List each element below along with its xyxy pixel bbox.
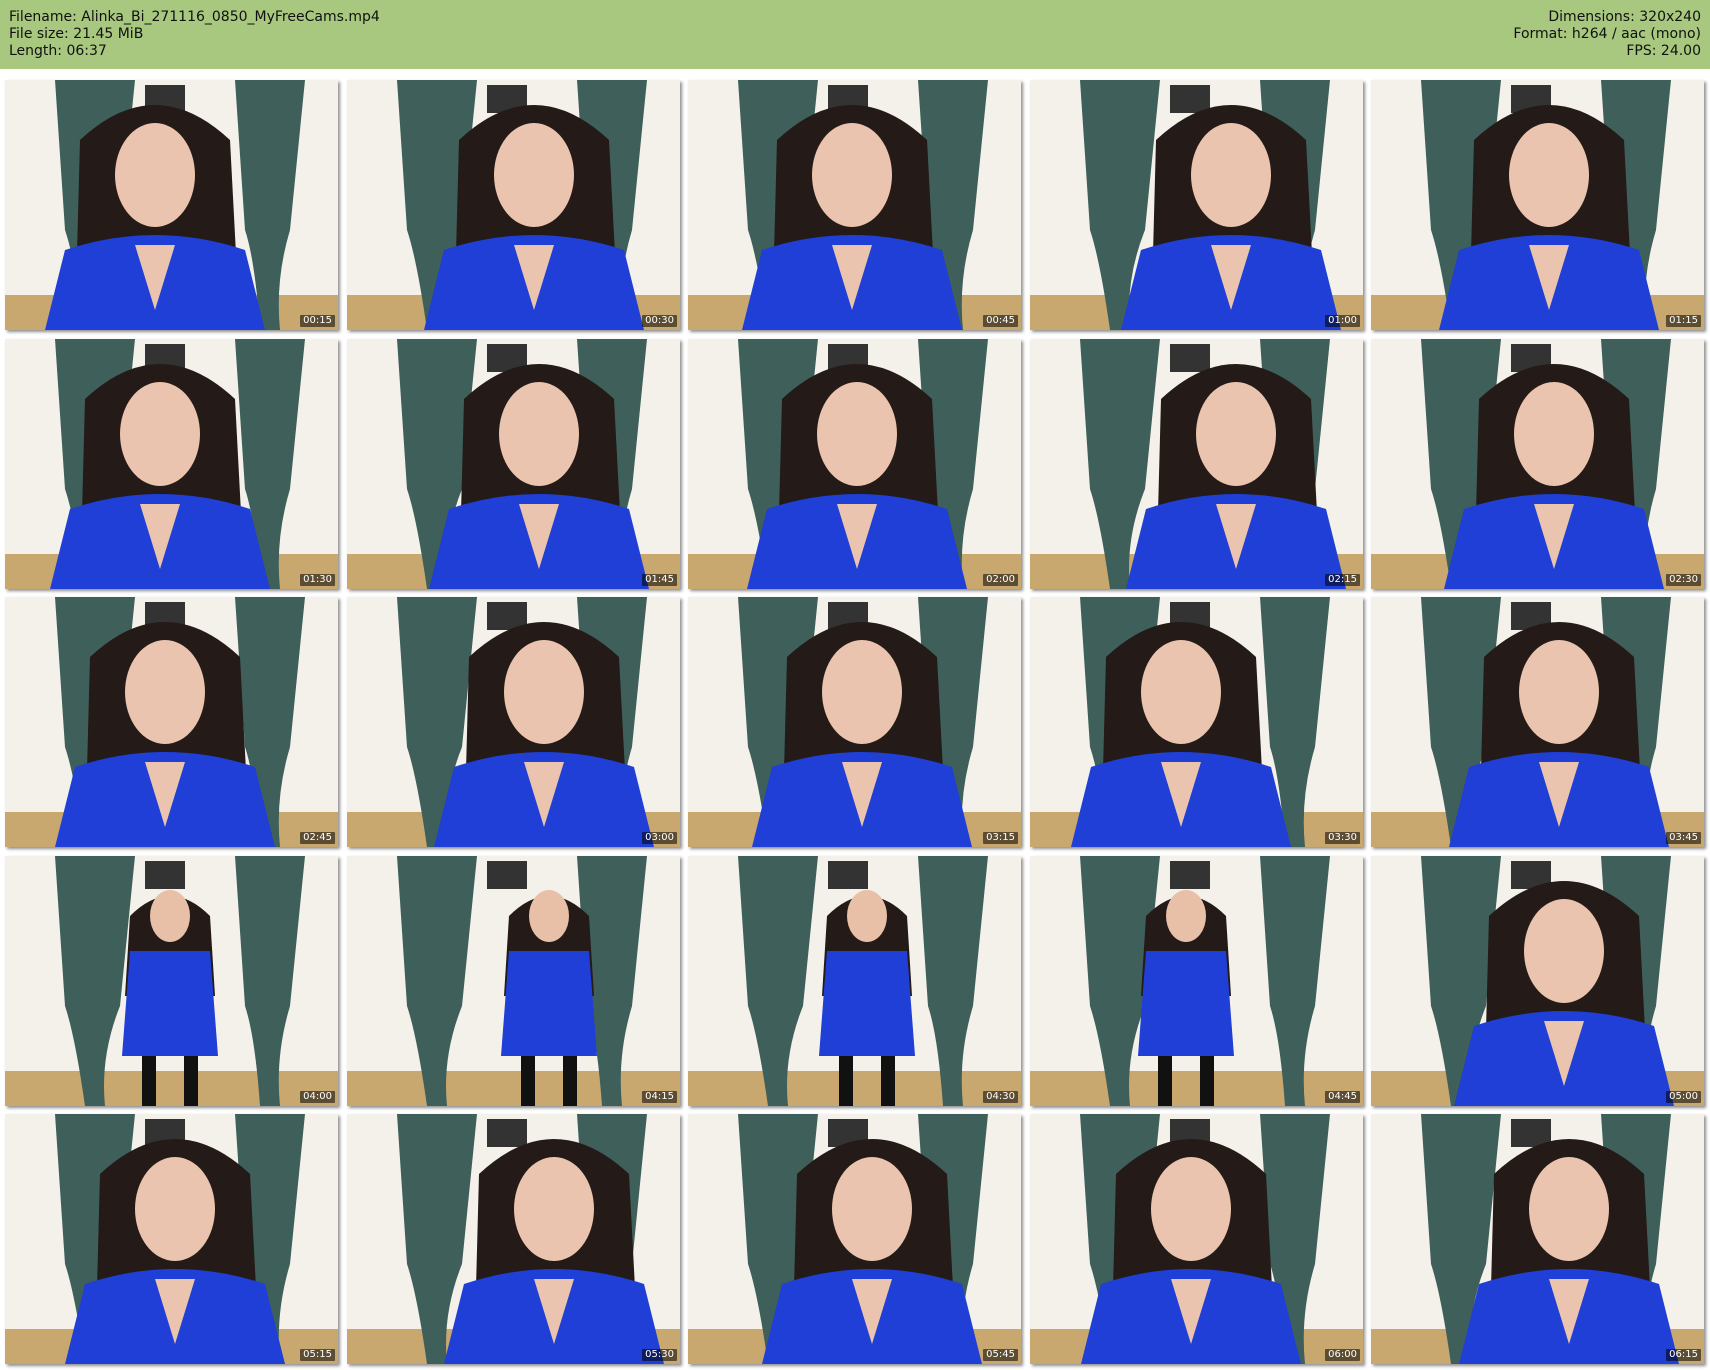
frame-image: [347, 856, 680, 1106]
timestamp-label: 05:00: [1666, 1091, 1701, 1103]
video-thumbnail[interactable]: 04:45: [1030, 856, 1363, 1106]
frame-image: [1371, 339, 1704, 589]
timestamp-label: 02:30: [1666, 574, 1701, 586]
video-thumbnail[interactable]: 05:15: [5, 1114, 338, 1364]
timestamp-label: 06:15: [1666, 1349, 1701, 1361]
timestamp-label: 03:30: [1325, 832, 1360, 844]
frame-image: [688, 1114, 1021, 1364]
frame-image: [1371, 80, 1704, 330]
timestamp-label: 05:30: [642, 1349, 677, 1361]
video-thumbnail[interactable]: 02:45: [5, 597, 338, 847]
timestamp-label: 03:15: [983, 832, 1018, 844]
frame-image: [688, 339, 1021, 589]
timestamp-label: 04:15: [642, 1091, 677, 1103]
timestamp-label: 01:00: [1325, 315, 1360, 327]
thumbnail-grid: 00:15 00:30 00:45 01:00 01:15 01:30 01:45 02:00…: [5, 80, 1705, 1364]
header-left: Filename: Alinka_Bi_271116_0850_MyFreeCa…: [9, 9, 380, 60]
format-text: Format: h264 / aac (mono): [1513, 26, 1701, 42]
video-thumbnail[interactable]: 01:45: [347, 339, 680, 589]
video-thumbnail[interactable]: 06:00: [1030, 1114, 1363, 1364]
info-header: Filename: Alinka_Bi_271116_0850_MyFreeCa…: [0, 0, 1710, 69]
video-thumbnail[interactable]: 02:30: [1371, 339, 1704, 589]
video-thumbnail[interactable]: 00:30: [347, 80, 680, 330]
video-thumbnail[interactable]: 03:45: [1371, 597, 1704, 847]
frame-image: [347, 1114, 680, 1364]
video-thumbnail[interactable]: 02:00: [688, 339, 1021, 589]
frame-image: [5, 597, 338, 847]
timestamp-label: 00:45: [983, 315, 1018, 327]
timestamp-label: 04:30: [983, 1091, 1018, 1103]
frame-image: [688, 856, 1021, 1106]
video-thumbnail[interactable]: 03:15: [688, 597, 1021, 847]
timestamp-label: 00:30: [642, 315, 677, 327]
timestamp-label: 01:30: [300, 574, 335, 586]
frame-image: [347, 339, 680, 589]
dimensions-text: Dimensions: 320x240: [1548, 9, 1701, 25]
frame-image: [5, 1114, 338, 1364]
timestamp-label: 02:00: [983, 574, 1018, 586]
video-thumbnail[interactable]: 04:00: [5, 856, 338, 1106]
video-thumbnail[interactable]: 04:30: [688, 856, 1021, 1106]
frame-image: [1030, 597, 1363, 847]
filesize-text: File size: 21.45 MiB: [9, 26, 144, 42]
frame-image: [1030, 339, 1363, 589]
fps-text: FPS: 24.00: [1626, 43, 1701, 59]
frame-image: [1030, 80, 1363, 330]
frame-image: [1371, 856, 1704, 1106]
frame-image: [688, 80, 1021, 330]
frame-image: [1030, 1114, 1363, 1364]
video-thumbnail[interactable]: 05:00: [1371, 856, 1704, 1106]
video-thumbnail[interactable]: 05:30: [347, 1114, 680, 1364]
video-thumbnail[interactable]: 03:00: [347, 597, 680, 847]
video-thumbnail[interactable]: 01:30: [5, 339, 338, 589]
timestamp-label: 03:00: [642, 832, 677, 844]
video-thumbnail[interactable]: 00:15: [5, 80, 338, 330]
frame-image: [5, 80, 338, 330]
video-thumbnail[interactable]: 02:15: [1030, 339, 1363, 589]
video-thumbnail[interactable]: 03:30: [1030, 597, 1363, 847]
frame-image: [347, 80, 680, 330]
frame-image: [1030, 856, 1363, 1106]
timestamp-label: 00:15: [300, 315, 335, 327]
header-right: Dimensions: 320x240 Format: h264 / aac (…: [1513, 9, 1701, 60]
frame-image: [5, 856, 338, 1106]
length-text: Length: 06:37: [9, 43, 107, 59]
timestamp-label: 01:45: [642, 574, 677, 586]
filename-text: Filename: Alinka_Bi_271116_0850_MyFreeCa…: [9, 9, 380, 25]
timestamp-label: 05:45: [983, 1349, 1018, 1361]
timestamp-label: 01:15: [1666, 315, 1701, 327]
timestamp-label: 06:00: [1325, 1349, 1360, 1361]
video-thumbnail[interactable]: 04:15: [347, 856, 680, 1106]
video-thumbnail[interactable]: 01:15: [1371, 80, 1704, 330]
frame-image: [688, 597, 1021, 847]
frame-image: [347, 597, 680, 847]
timestamp-label: 03:45: [1666, 832, 1701, 844]
timestamp-label: 02:15: [1325, 574, 1360, 586]
frame-image: [1371, 1114, 1704, 1364]
video-thumbnail[interactable]: 06:15: [1371, 1114, 1704, 1364]
timestamp-label: 04:45: [1325, 1091, 1360, 1103]
frame-image: [5, 339, 338, 589]
timestamp-label: 05:15: [300, 1349, 335, 1361]
video-thumbnail[interactable]: 00:45: [688, 80, 1021, 330]
timestamp-label: 02:45: [300, 832, 335, 844]
video-thumbnail[interactable]: 01:00: [1030, 80, 1363, 330]
timestamp-label: 04:00: [300, 1091, 335, 1103]
frame-image: [1371, 597, 1704, 847]
video-thumbnail[interactable]: 05:45: [688, 1114, 1021, 1364]
